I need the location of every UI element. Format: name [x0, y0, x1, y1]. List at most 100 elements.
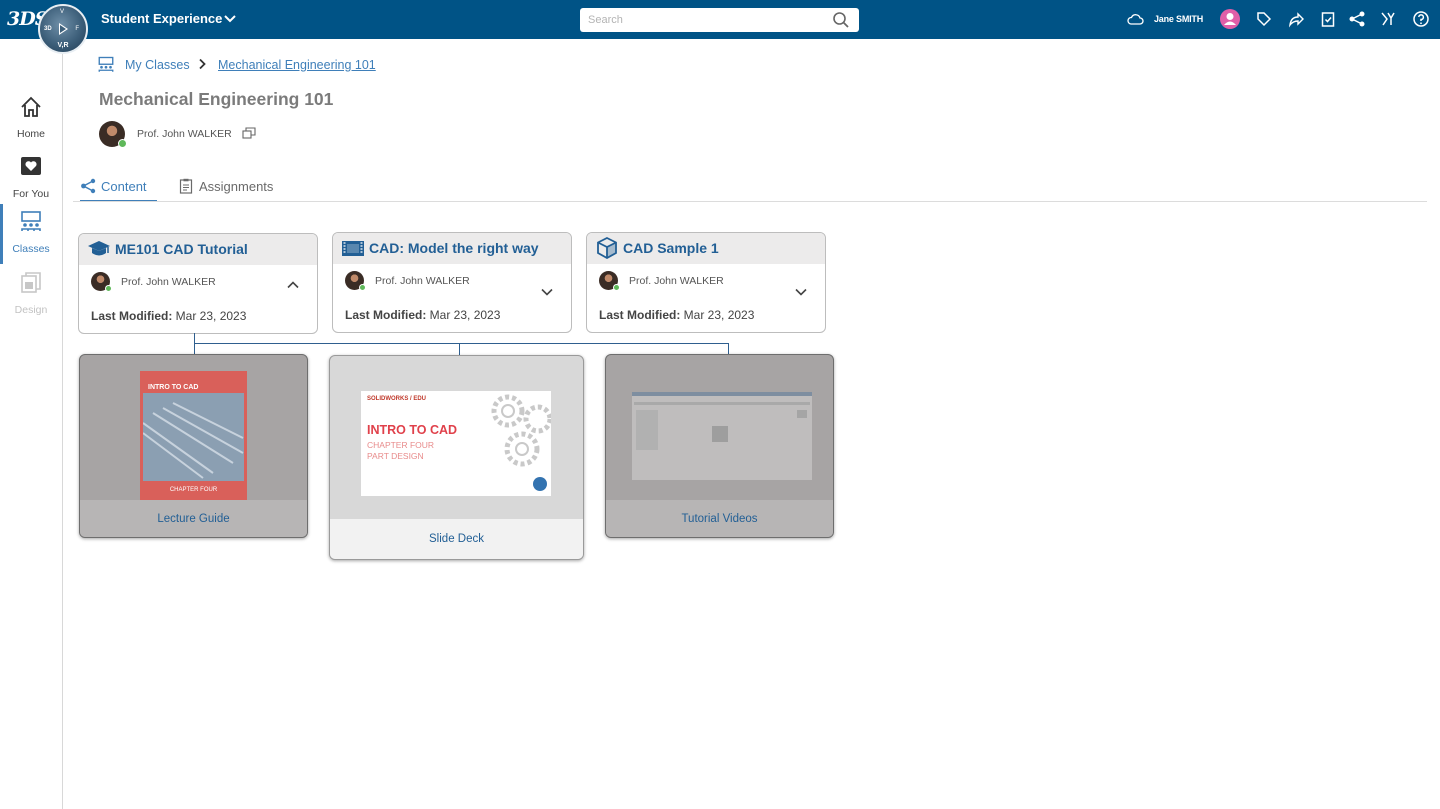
card-modified-date: Mar 23, 2023: [175, 309, 247, 323]
card-modified-date: Mar 23, 2023: [683, 308, 755, 322]
card-modified-date: Mar 23, 2023: [429, 308, 501, 322]
compass-right-label: F: [75, 26, 79, 32]
thumbnail-chapter: CHAPTER FOUR: [367, 440, 435, 450]
left-sidebar: Home For You Classes Design: [0, 39, 63, 809]
sidebar-item-for-you[interactable]: For You: [0, 155, 62, 211]
tutorial-video-thumbnail: [632, 392, 812, 480]
compass-button[interactable]: V 3D F V,R: [38, 4, 88, 54]
globe-icon: [533, 477, 547, 491]
content-card[interactable]: ME101 CAD Tutorial Prof. John WALKER Las…: [78, 233, 318, 334]
card-title[interactable]: ME101 CAD Tutorial: [115, 241, 248, 257]
sidebar-item-design: Design: [0, 271, 62, 327]
search-icon[interactable]: [832, 11, 850, 29]
chevron-down-icon[interactable]: [222, 10, 238, 26]
tab-content[interactable]: Content: [80, 177, 157, 202]
card-professor: Prof. John WALKER: [629, 275, 724, 287]
sidebar-item-home[interactable]: Home: [0, 95, 62, 151]
tile-label: Lecture Guide: [80, 500, 307, 537]
resource-tile-tutorial-videos[interactable]: Tutorial Videos: [605, 354, 834, 538]
film-icon: [342, 241, 364, 256]
user-avatar[interactable]: [1220, 9, 1240, 29]
online-status-icon: [118, 139, 127, 148]
card-avatar: [345, 271, 366, 291]
share-icon[interactable]: [1348, 10, 1366, 28]
card-modified: Last Modified: Mar 23, 2023: [599, 308, 754, 322]
search-input[interactable]: [580, 8, 859, 32]
card-title[interactable]: CAD: Model the right way: [369, 240, 539, 256]
sidebar-item-label: Home: [16, 128, 45, 140]
card-avatar: [599, 271, 620, 291]
chevron-up-icon[interactable]: [286, 278, 300, 292]
card-title[interactable]: CAD Sample 1: [623, 240, 719, 256]
breadcrumb-current[interactable]: Mechanical Engineering 101: [218, 58, 376, 72]
cloud-icon[interactable]: [1127, 12, 1144, 26]
tag-icon[interactable]: [1255, 10, 1273, 28]
tab-label: Assignments: [199, 179, 274, 194]
tab-label: Content: [101, 179, 147, 194]
card-modified-label: Last Modified:: [599, 308, 681, 322]
card-avatar: [91, 272, 112, 292]
sidebar-item-label: Design: [14, 304, 48, 316]
card-professor: Prof. John WALKER: [121, 276, 216, 288]
card-header: ME101 CAD Tutorial: [79, 234, 317, 265]
resource-tile-lecture-guide[interactable]: INTRO TO CAD CHAPTER FOUR Lecture Guide: [79, 354, 308, 538]
breadcrumb-my-classes[interactable]: My Classes: [125, 58, 190, 72]
card-header: CAD Sample 1: [587, 233, 825, 264]
cad-screen-illustration: [634, 402, 810, 450]
card-professor: Prof. John WALKER: [375, 275, 470, 287]
person-icon: [1224, 13, 1236, 25]
tree-connector: [194, 343, 195, 354]
classes-icon: [98, 56, 114, 72]
page-title: Mechanical Engineering 101: [99, 89, 334, 109]
resource-tile-slide-deck[interactable]: SOLIDWORKS / EDU INTRO TO CAD CHAPTER FO…: [329, 355, 584, 560]
content-card[interactable]: CAD Sample 1 Prof. John WALKER Last Modi…: [586, 232, 826, 333]
thumbnail-title: INTRO TO CAD: [148, 384, 199, 391]
card-header: CAD: Model the right way: [333, 233, 571, 264]
card-modified-label: Last Modified:: [345, 308, 427, 322]
chevron-down-icon[interactable]: [540, 285, 554, 299]
chevron-right-icon: [199, 58, 206, 70]
share-arrow-icon[interactable]: [1287, 10, 1305, 28]
content-card[interactable]: CAD: Model the right way Prof. John WALK…: [332, 232, 572, 333]
tools-icon[interactable]: [1379, 10, 1397, 28]
thumbnail-topic: PART DESIGN: [367, 451, 424, 461]
task-icon[interactable]: [1319, 10, 1337, 28]
online-status-icon: [359, 284, 366, 291]
tab-assignments[interactable]: Assignments: [178, 177, 278, 202]
sidebar-item-label: Classes: [12, 243, 50, 255]
card-modified-label: Last Modified:: [91, 309, 173, 323]
clipboard-icon: [179, 178, 193, 194]
pipes-illustration: [142, 402, 244, 479]
help-icon[interactable]: [1412, 10, 1430, 28]
share-icon: [81, 178, 96, 194]
thumbnail-image: [142, 393, 244, 481]
professor-avatar[interactable]: [99, 121, 127, 148]
cube-icon: [597, 237, 617, 259]
online-status-icon: [105, 285, 112, 292]
tree-connector: [459, 343, 460, 355]
professor-name[interactable]: Prof. John WALKER: [137, 128, 232, 140]
design-icon: [21, 272, 41, 293]
chevron-down-icon[interactable]: [794, 285, 808, 299]
tree-connector: [194, 343, 729, 344]
thumbnail-brand: SOLIDWORKS / EDU: [367, 396, 427, 402]
tabs-divider: [73, 201, 1427, 202]
card-modified: Last Modified: Mar 23, 2023: [345, 308, 500, 322]
compass-3d-label: 3D: [44, 26, 52, 32]
compass-top-label: V: [60, 9, 65, 15]
slide-deck-thumbnail: SOLIDWORKS / EDU INTRO TO CAD CHAPTER FO…: [361, 391, 551, 496]
sidebar-item-classes[interactable]: Classes: [0, 204, 62, 266]
app-title[interactable]: Student Experience: [101, 11, 222, 26]
compass-bottom-label: V,R: [57, 42, 69, 49]
classes-icon: [21, 211, 41, 231]
tile-label: Slide Deck: [330, 519, 583, 559]
play-icon: [59, 23, 68, 35]
user-name[interactable]: Jane SMITH: [1154, 14, 1203, 24]
copy-icon[interactable]: [242, 127, 256, 139]
home-icon: [21, 96, 41, 117]
tile-label: Tutorial Videos: [606, 500, 833, 537]
heart-icon: [21, 157, 41, 175]
lecture-guide-thumbnail: INTRO TO CAD CHAPTER FOUR: [140, 371, 247, 502]
online-status-icon: [613, 284, 620, 291]
gears-icon: [491, 394, 551, 467]
